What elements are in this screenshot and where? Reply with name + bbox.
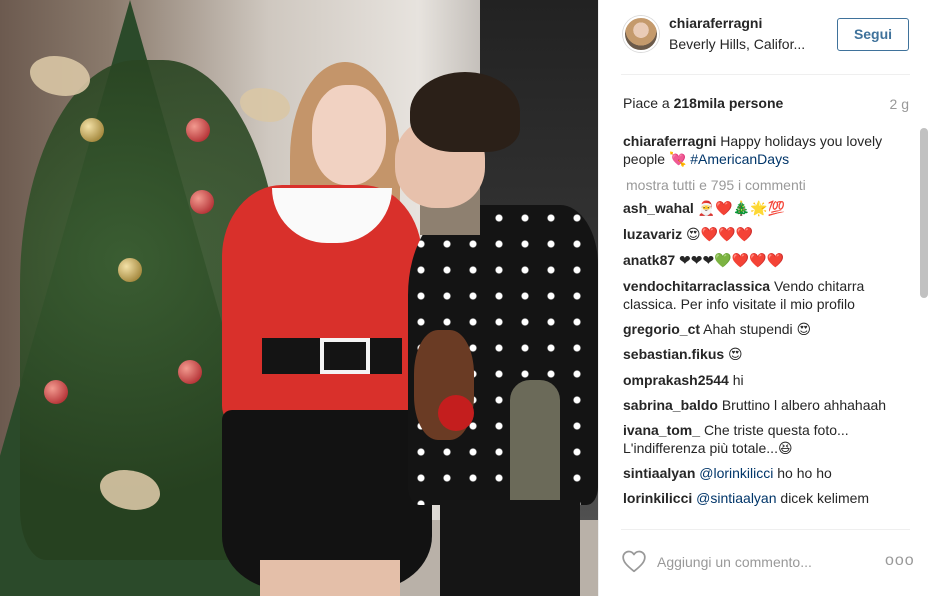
follow-button[interactable]: Segui — [837, 18, 909, 51]
list-item: vendochitarraclassica Vendo chitarra cla… — [623, 277, 913, 313]
comment-username[interactable]: ash_wahal — [623, 200, 694, 216]
caption: chiaraferragni Happy holidays you lovely… — [623, 132, 913, 169]
list-item: sabrina_baldo Bruttino l albero ahhahaah — [623, 396, 913, 414]
list-item: ash_wahal 🎅❤️🎄🌟💯 — [623, 199, 913, 218]
comment-username[interactable]: lorinkilicci — [623, 490, 692, 506]
post-header: chiaraferragni Beverly Hills, Califor...… — [599, 0, 931, 74]
ornament — [186, 118, 210, 142]
comment-text: ho ho ho — [777, 465, 832, 481]
comment-text: 😍❤️❤️❤️ — [686, 227, 753, 243]
list-item: gregorio_ct Ahah stupendi 😍 — [623, 320, 913, 338]
comment-text: dicek kelimem — [780, 490, 870, 506]
comment-username[interactable]: luzavariz — [623, 226, 682, 242]
ornament — [178, 360, 202, 384]
reindeer-nose — [438, 395, 474, 431]
comment-text: 🎅❤️🎄🌟💯 — [697, 201, 785, 217]
load-more-comments-link[interactable]: mostra tutti e 795 i commenti — [626, 176, 913, 194]
comments-scrollbar[interactable] — [920, 128, 928, 298]
likes-count[interactable]: Piace a 218mila persone — [623, 95, 783, 111]
more-options-icon[interactable]: ooo — [885, 552, 915, 570]
heart-outline-icon[interactable] — [621, 549, 647, 573]
mention-link[interactable]: @sintiaalyan — [696, 490, 776, 506]
ornament — [44, 380, 68, 404]
post-age[interactable]: 2 g — [890, 96, 909, 112]
ornament — [190, 190, 214, 214]
mention-link[interactable]: @lorinkilicci — [699, 465, 773, 481]
list-item: anatk87 ❤❤❤💚❤️❤️❤️ — [623, 251, 913, 270]
hashtag-link[interactable]: #AmericanDays — [690, 151, 789, 167]
post-photo[interactable] — [0, 0, 598, 596]
comment-text: ❤❤❤💚❤️❤️❤️ — [679, 253, 784, 269]
comment-username[interactable]: chiaraferragni — [623, 133, 716, 149]
add-comment-input[interactable] — [657, 551, 877, 573]
comment-username[interactable]: ivana_tom_ — [623, 422, 700, 438]
list-item: lorinkilicci @sintiaalyan dicek kelimem — [623, 489, 913, 507]
comment-username[interactable]: sebastian.fikus — [623, 346, 724, 362]
list-item: luzavariz 😍❤️❤️❤️ — [623, 225, 913, 244]
comment-username[interactable]: sabrina_baldo — [623, 397, 718, 413]
ornament — [118, 258, 142, 282]
list-item: sintiaalyan @lorinkilicci ho ho ho — [623, 464, 913, 482]
belt-buckle — [320, 338, 370, 374]
man-hair — [410, 72, 520, 152]
comments-list: chiaraferragni Happy holidays you lovely… — [623, 132, 913, 527]
caption-emoji: 💘 — [668, 152, 687, 168]
man-legs — [440, 500, 580, 596]
woman-face — [312, 85, 386, 185]
comment-text: hi — [732, 372, 744, 388]
avatar[interactable] — [623, 16, 659, 52]
comment-username[interactable]: gregorio_ct — [623, 321, 700, 337]
divider — [621, 74, 910, 75]
likes-number[interactable]: 218mila persone — [674, 95, 784, 111]
list-item: omprakash2544 hi — [623, 371, 913, 389]
list-item: sebastian.fikus 😍 — [623, 345, 913, 364]
divider — [621, 529, 910, 530]
comment-text: Ahah stupendi 😍 — [703, 321, 812, 337]
comment-text: 😍 — [728, 347, 743, 363]
ornament — [80, 118, 104, 142]
list-item: ivana_tom_ Che triste questa foto... L'i… — [623, 421, 913, 457]
author-username[interactable]: chiaraferragni — [669, 15, 762, 31]
comment-username[interactable]: sintiaalyan — [623, 465, 695, 481]
comment-username[interactable]: omprakash2544 — [623, 372, 729, 388]
post-sidebar: chiaraferragni Beverly Hills, Califor...… — [598, 0, 931, 596]
likes-prefix: Piace a — [623, 95, 674, 111]
comment-username[interactable]: anatk87 — [623, 252, 675, 268]
comment-text: Bruttino l albero ahhahaah — [721, 397, 887, 413]
post-location[interactable]: Beverly Hills, Califor... — [669, 36, 805, 52]
woman-legs — [260, 560, 400, 596]
comment-username[interactable]: vendochitarraclassica — [623, 278, 770, 294]
